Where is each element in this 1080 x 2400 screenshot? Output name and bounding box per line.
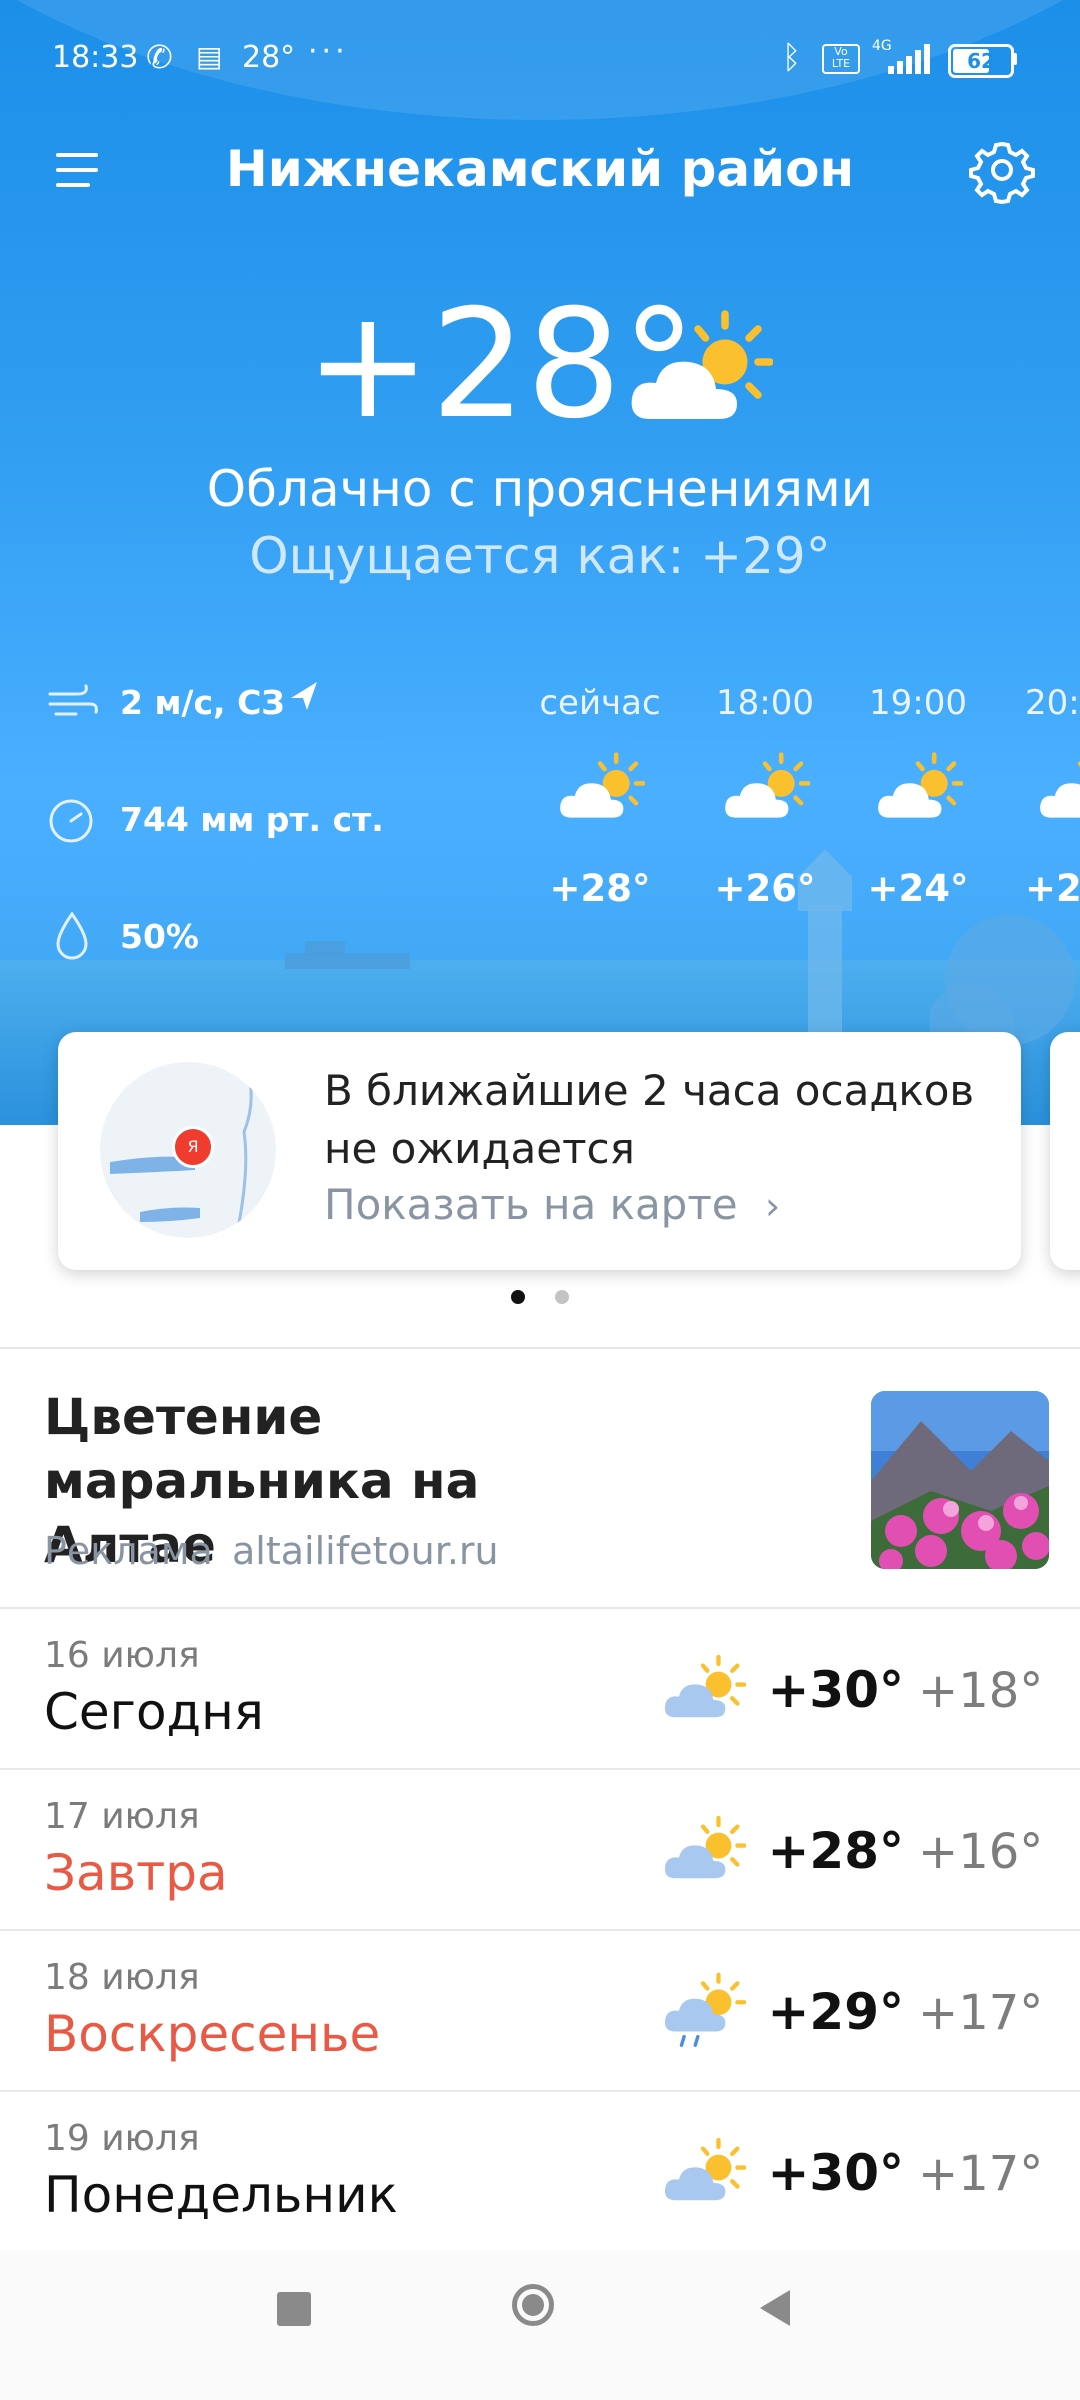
back-button[interactable] — [758, 2288, 794, 2328]
forecast-day: Понедельник — [44, 2166, 398, 2224]
forecast-date: 19 июля — [44, 2118, 200, 2159]
hourly-item[interactable]: 18:00 +26° — [685, 683, 845, 910]
forecast-date: 16 июля — [44, 1635, 200, 1676]
partly-cloudy-icon — [555, 751, 645, 823]
precipitation-card[interactable]: Я В ближайшие 2 часа осадков не ожидаетс… — [58, 1032, 1021, 1270]
system-navigation-bar — [0, 2250, 1080, 2400]
hourly-item-partial[interactable]: 20:00 +22° — [1025, 683, 1080, 963]
recent-apps-button[interactable] — [277, 2292, 311, 2326]
show-on-map-label: Показать на карте — [324, 1180, 738, 1229]
humidity-icon — [56, 911, 88, 960]
hourly-item[interactable]: сейчас +28° — [520, 683, 680, 910]
viber-notification-icon: ✆ — [146, 38, 173, 76]
forecast-min-temp: +17° — [918, 2146, 1044, 2202]
forecast-min-temp: +18° — [918, 1663, 1044, 1719]
forecast-max-temp: +28° — [767, 1822, 904, 1880]
wind-icon — [48, 684, 98, 716]
signal-icon — [888, 44, 930, 74]
chevron-right-icon: › — [765, 1184, 781, 1228]
volte-icon: Vo LTE — [822, 44, 860, 74]
status-time: 18:33 — [52, 40, 139, 75]
forecast-min-temp: +16° — [918, 1824, 1044, 1880]
show-on-map-link[interactable]: Показать на карте › — [324, 1180, 780, 1229]
forecast-day: Сегодня — [44, 1683, 264, 1741]
light-rain-icon — [660, 1971, 746, 2049]
forecast-max-temp: +30° — [767, 2144, 904, 2202]
forecast-day: Воскресенье — [44, 2005, 381, 2063]
gear-icon — [969, 141, 1035, 205]
partly-cloudy-icon — [720, 751, 810, 823]
forecast-row-today[interactable]: 16 июля Сегодня +30° +18° — [0, 1609, 1080, 1768]
ship-illustration — [285, 941, 410, 969]
forecast-max-temp: +29° — [767, 1983, 904, 2041]
location-title[interactable]: Нижнекамский район — [0, 140, 1080, 198]
precipitation-text: В ближайшие 2 часа осадков не ожидается — [324, 1066, 975, 1173]
pager-dot-active — [511, 1290, 525, 1304]
partly-cloudy-icon — [1035, 751, 1080, 823]
hourly-temp: +28° — [549, 867, 651, 910]
battery-level: 62 — [967, 49, 995, 73]
hourly-time: сейчас — [539, 683, 661, 723]
ad-image — [871, 1391, 1049, 1569]
forecast-max-temp: +30° — [767, 1661, 904, 1719]
partly-cloudy-icon — [660, 2136, 746, 2206]
hourly-item[interactable]: 19:00 +24° — [838, 683, 998, 910]
map-marker: Я — [172, 1126, 214, 1168]
hourly-time: 19:00 — [869, 683, 967, 723]
forecast-day: Завтра — [44, 1844, 228, 1902]
more-notifications-icon: ··· — [308, 34, 349, 69]
hourly-time: 20:00 — [1025, 683, 1080, 723]
home-button[interactable] — [512, 2284, 554, 2326]
partly-cloudy-icon — [660, 1814, 746, 1884]
ad-label: Реклама — [44, 1529, 213, 1573]
weather-condition: Облачно с прояснениями — [206, 460, 874, 518]
partly-cloudy-icon — [660, 1653, 746, 1723]
ad-domain: altailifetour.ru — [232, 1529, 499, 1573]
pager-dot — [555, 1290, 569, 1304]
partly-cloudy-icon — [623, 308, 773, 428]
pressure-value: 744 мм рт. ст. — [120, 800, 384, 839]
next-card-peek[interactable] — [1050, 1032, 1080, 1270]
battery-tip — [1012, 53, 1017, 65]
hourly-temp: +22° — [1025, 867, 1080, 910]
forecast-date: 18 июля — [44, 1957, 200, 1998]
forecast-row-monday[interactable]: 19 июля Понедельник +30° +17° — [0, 2092, 1080, 2250]
wind-speed: 2 м/с, СЗ — [120, 683, 285, 722]
hourly-temp: +24° — [867, 867, 969, 910]
feels-like: Ощущается как: +29° — [249, 527, 831, 585]
wind-direction-icon — [291, 682, 317, 710]
news-notification-icon: ▤ — [196, 40, 223, 73]
forecast-min-temp: +17° — [918, 1985, 1044, 2041]
forecast-row-tomorrow[interactable]: 17 июля Завтра +28° +16° — [0, 1770, 1080, 1929]
pressure-icon — [49, 799, 93, 843]
humidity-value: 50% — [120, 917, 199, 956]
hourly-time: 18:00 — [716, 683, 814, 723]
forecast-row-sunday[interactable]: 18 июля Воскресенье +29° +17° — [0, 1931, 1080, 2090]
partly-cloudy-icon — [873, 751, 963, 823]
settings-button[interactable] — [960, 132, 1040, 212]
battery-icon: 62 — [948, 44, 1014, 78]
precipitation-map-thumbnail[interactable]: Я — [100, 1062, 276, 1238]
forecast-date: 17 июля — [44, 1796, 200, 1837]
ad-banner[interactable]: Цветение маральника на Алтае Реклама alt… — [0, 1349, 1080, 1607]
hourly-temp: +26° — [714, 867, 816, 910]
bluetooth-icon: ᛒ — [782, 38, 802, 76]
status-weather-temp: 28° — [242, 40, 296, 75]
